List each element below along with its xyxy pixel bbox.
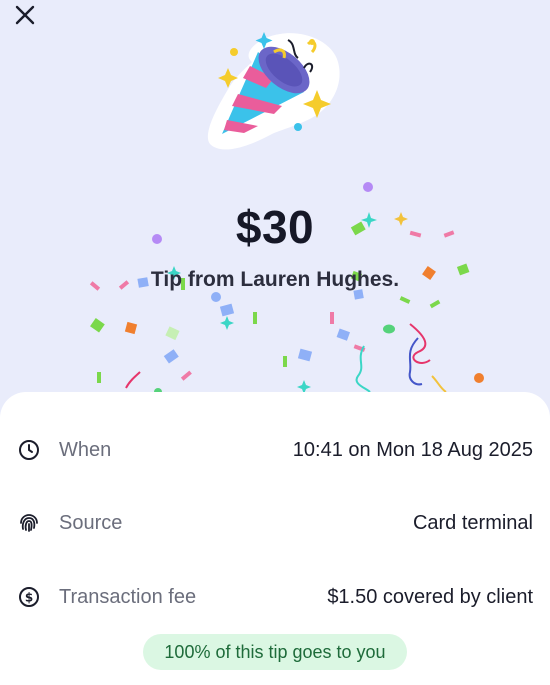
detail-value: Card terminal: [412, 511, 533, 534]
tip-info-badge: 100% of this tip goes to you: [143, 634, 407, 670]
tip-sender-text: Tip from Lauren Hughes.: [150, 268, 400, 291]
detail-label: Source: [59, 511, 123, 534]
fingerprint-icon: [17, 511, 41, 535]
hero-section: $30 Tip from Lauren Hughes.: [0, 0, 550, 400]
detail-row-transaction-fee: $ Transaction fee $1.50 covered by clien…: [0, 577, 550, 617]
detail-row-when: When 10:41 on Mon 18 Aug 2025: [0, 430, 550, 470]
tip-amount: $30: [235, 201, 315, 253]
detail-row-source: Source Card terminal: [0, 503, 550, 543]
detail-label: Transaction fee: [59, 585, 197, 608]
party-popper-icon: [207, 32, 340, 150]
detail-value: 10:41 on Mon 18 Aug 2025: [292, 438, 533, 461]
dollar-circle-icon: $: [17, 585, 41, 609]
detail-value: $1.50 covered by client: [327, 585, 533, 608]
detail-label: When: [59, 438, 112, 461]
svg-text:$: $: [25, 591, 33, 605]
clock-icon: [17, 438, 41, 462]
